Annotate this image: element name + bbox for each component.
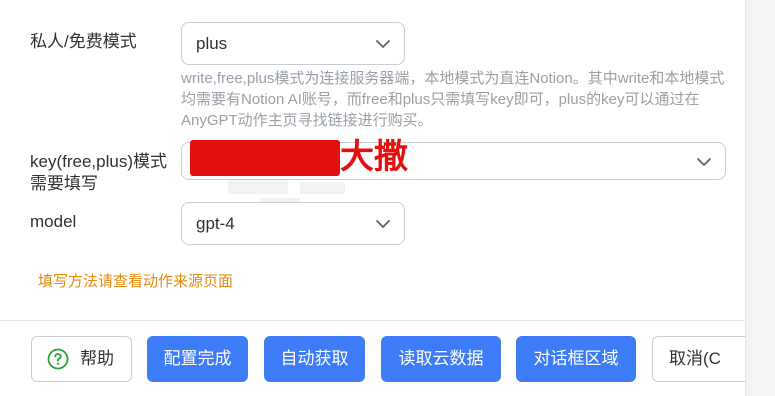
mode-help-text: write,free,plus模式为连接服务器端，本地模式为直连Notion。其… bbox=[181, 70, 725, 129]
mode-select[interactable]: plus bbox=[181, 22, 405, 65]
redaction-scribble bbox=[190, 140, 340, 176]
redaction-blur bbox=[228, 180, 288, 194]
redaction-text: 大撒 bbox=[340, 138, 408, 176]
model-select-value: gpt-4 bbox=[196, 214, 235, 233]
question-circle-icon bbox=[47, 348, 69, 370]
mode-select-value: plus bbox=[196, 34, 228, 53]
auto-fetch-button[interactable]: 自动获取 bbox=[264, 336, 365, 382]
chevron-down-icon bbox=[376, 40, 390, 48]
window-edge bbox=[745, 0, 775, 396]
mode-label: 私人/免费模式 bbox=[30, 32, 137, 51]
cancel-button[interactable]: 取消(C bbox=[652, 336, 745, 382]
chevron-down-icon bbox=[376, 220, 390, 228]
source-page-note: 填写方法请查看动作来源页面 bbox=[38, 273, 234, 290]
redaction-blur bbox=[300, 182, 345, 194]
dialog-body: 私人/免费模式 plus write,free,plus模式为连接服务器端，本地… bbox=[0, 0, 745, 320]
chevron-down-icon bbox=[697, 158, 711, 166]
help-button[interactable]: 帮助 bbox=[31, 336, 132, 382]
model-select[interactable]: gpt-4 bbox=[181, 202, 405, 245]
dialog-area-button[interactable]: 对话框区域 bbox=[516, 336, 636, 382]
read-cloud-data-button[interactable]: 读取云数据 bbox=[381, 336, 501, 382]
config-dialog: 私人/免费模式 plus write,free,plus模式为连接服务器端，本地… bbox=[0, 0, 775, 396]
help-button-label: 帮助 bbox=[80, 349, 114, 368]
key-label: key(free,plus)模式需要填写 bbox=[30, 152, 167, 193]
config-done-button[interactable]: 配置完成 bbox=[147, 336, 248, 382]
model-label: model bbox=[30, 212, 77, 231]
